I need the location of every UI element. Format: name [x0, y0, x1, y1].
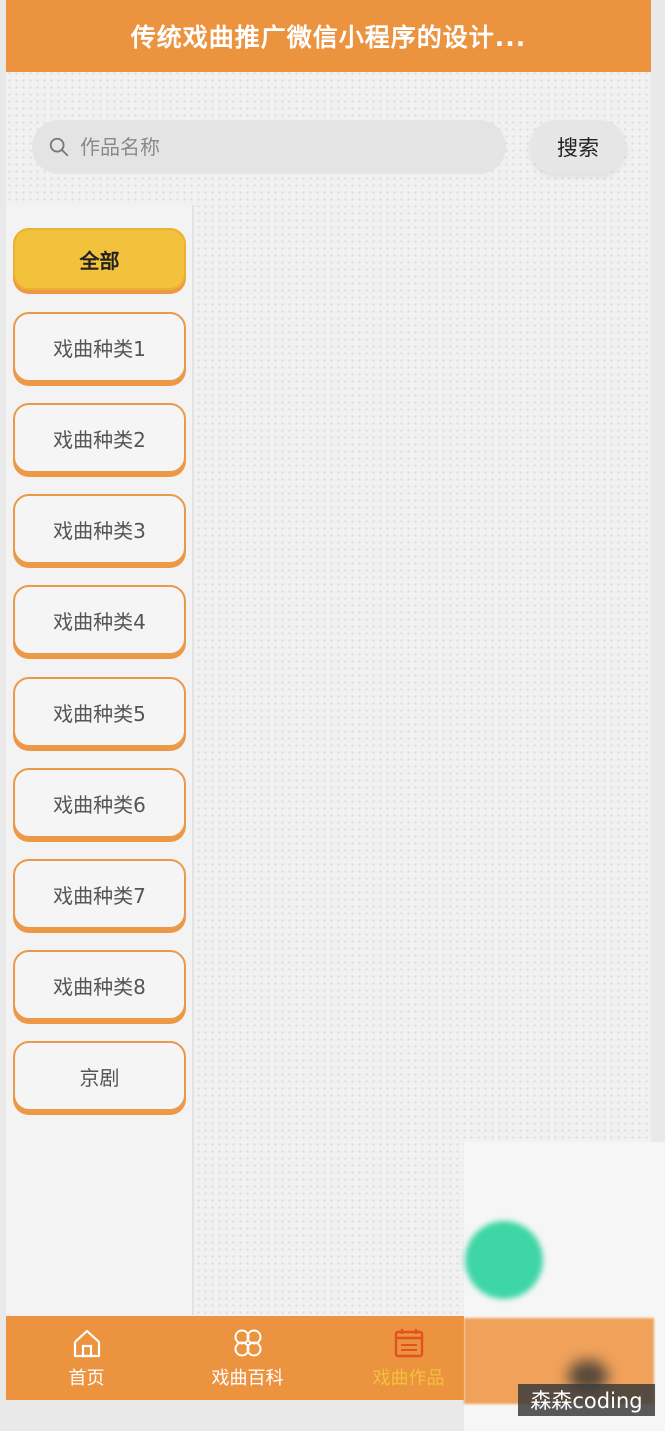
category-item[interactable]: 戏曲种类8 — [13, 950, 186, 1020]
tab-home[interactable]: 首页 — [6, 1316, 167, 1400]
tab-encyclopedia-label: 戏曲百科 — [211, 1368, 284, 1389]
title-bar: 传统戏曲推广微信小程序的设计... — [6, 0, 651, 72]
works-icon — [394, 1329, 423, 1358]
category-sidebar: 全部 戏曲种类1 戏曲种类2 戏曲种类3 戏曲种类4 戏曲种类5 戏曲种类6 戏… — [6, 205, 194, 1315]
search-box[interactable] — [32, 120, 506, 174]
search-icon — [49, 137, 69, 157]
category-item[interactable]: 戏曲种类2 — [13, 403, 186, 473]
category-item[interactable]: 戏曲种类3 — [13, 494, 186, 564]
encyclopedia-icon — [234, 1329, 261, 1357]
category-item[interactable]: 戏曲种类6 — [13, 768, 186, 838]
home-icon — [73, 1329, 100, 1358]
category-item[interactable]: 京剧 — [13, 1041, 186, 1111]
tab-works-label: 戏曲作品 — [372, 1368, 445, 1389]
search-button[interactable]: 搜索 — [530, 120, 626, 174]
floating-action-button[interactable] — [465, 1221, 543, 1299]
search-input[interactable] — [80, 135, 460, 159]
category-item[interactable]: 戏曲种类7 — [13, 859, 186, 929]
page-title: 传统戏曲推广微信小程序的设计... — [130, 23, 527, 52]
tab-encyclopedia[interactable]: 戏曲百科 — [167, 1316, 328, 1400]
watermark: 森森coding — [518, 1384, 655, 1416]
category-item[interactable]: 戏曲种类1 — [13, 312, 186, 382]
search-row: 搜索 — [6, 110, 651, 182]
category-all[interactable]: 全部 — [13, 228, 186, 290]
tab-home-label: 首页 — [68, 1368, 105, 1389]
category-item[interactable]: 戏曲种类5 — [13, 677, 186, 747]
category-item[interactable]: 戏曲种类4 — [13, 585, 186, 655]
